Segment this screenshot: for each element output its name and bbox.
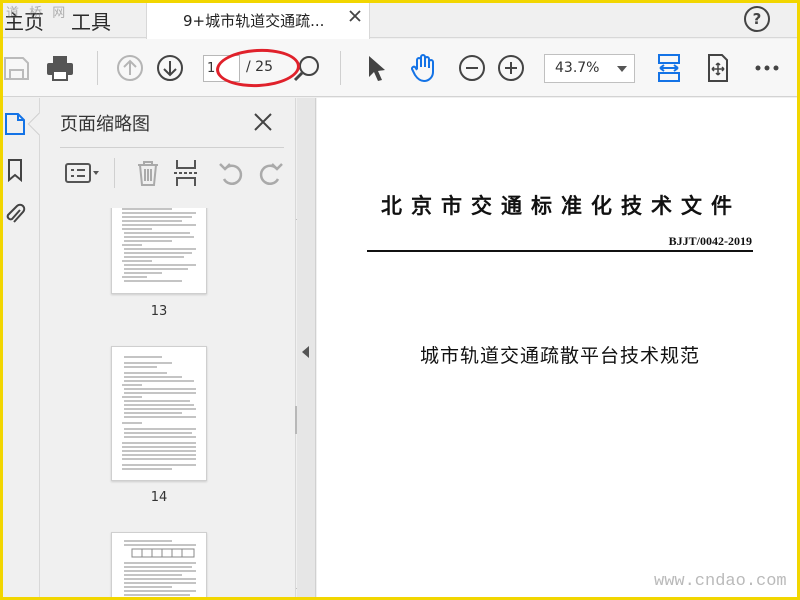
close-tab-icon[interactable]: [347, 8, 363, 24]
document-title: 城市轨道交通疏散平台技术规范: [419, 345, 700, 367]
top-tab-bar: 主页 道 桥 网 工具 9+城市轨道交通疏... ?: [0, 0, 800, 39]
zoom-out-icon[interactable]: [457, 53, 487, 83]
help-button[interactable]: ?: [744, 6, 770, 32]
thumbnail-page-number: 14: [150, 490, 168, 505]
page-thumbnails-icon[interactable]: [4, 112, 26, 136]
save-icon[interactable]: [2, 53, 32, 83]
thumbnail-text-lines: [124, 540, 196, 596]
main-toolbar: 1 / 25 43.7%: [0, 39, 800, 97]
thumbnail-text-lines: [122, 356, 196, 470]
panel-collapse-handle[interactable]: [297, 98, 316, 600]
thumbnail-panel: 页面缩略图 13 14: [27, 98, 311, 600]
split-page-icon[interactable]: [171, 158, 201, 188]
document-header-rule: [367, 250, 753, 252]
print-icon[interactable]: [45, 53, 75, 83]
next-page-icon[interactable]: [155, 53, 185, 83]
close-icon[interactable]: [251, 110, 275, 134]
document-view[interactable]: 北京市交通标准化技术文件 BJJT/0042-2019 城市轨道交通疏散平台技术…: [317, 98, 800, 600]
zoom-level-select[interactable]: 43.7%: [544, 54, 635, 83]
chevron-left-icon: [302, 346, 309, 358]
chevron-down-icon: [617, 66, 627, 72]
select-cursor-icon[interactable]: [362, 53, 392, 83]
page-thumbnail[interactable]: [111, 346, 207, 481]
scrolling-mode-icon[interactable]: [703, 53, 733, 83]
bookmarks-icon[interactable]: [4, 158, 26, 182]
thumbnails-list: 13 14: [60, 208, 294, 600]
hand-tool-icon[interactable]: [408, 53, 438, 83]
document-tab-title: 9+城市轨道交通疏...: [183, 12, 325, 30]
more-icon[interactable]: [752, 53, 782, 83]
fit-page-icon[interactable]: [654, 53, 684, 83]
panel-divider: [60, 147, 284, 148]
tools-tab[interactable]: 工具: [71, 6, 111, 35]
toolbar-separator: [114, 158, 115, 188]
thumbnail-toolbar: [60, 156, 290, 192]
previous-page-icon[interactable]: [115, 53, 145, 83]
top-watermark: 道 桥 网: [6, 6, 69, 21]
page-thumbnail[interactable]: [111, 532, 207, 600]
toolbar-separator: [97, 51, 98, 85]
thumbnail-page-number: 13: [150, 304, 168, 319]
document-tab[interactable]: 9+城市轨道交通疏...: [146, 0, 370, 39]
red-highlight-ellipse: [215, 46, 301, 90]
delete-icon[interactable]: [133, 158, 163, 188]
zoom-level-value: 43.7%: [555, 60, 600, 76]
panel-title: 页面缩略图: [60, 114, 150, 135]
document-organization-header: 北京市交通标准化技术文件: [381, 193, 741, 218]
rotate-counterclockwise-icon[interactable]: [216, 158, 246, 188]
zoom-in-icon[interactable]: [496, 53, 526, 83]
rotate-clockwise-icon[interactable]: [256, 158, 286, 188]
page-thumbnail[interactable]: [111, 208, 207, 294]
thumbnail-text-lines: [122, 208, 196, 282]
document-standard-code: BJJT/0042-2019: [668, 234, 752, 248]
attachments-icon[interactable]: [4, 202, 26, 226]
options-menu-icon[interactable]: [64, 158, 102, 188]
left-navigation-rail: [0, 98, 40, 600]
toolbar-separator: [340, 51, 341, 85]
bottom-watermark: www.cndao.com: [654, 572, 787, 591]
